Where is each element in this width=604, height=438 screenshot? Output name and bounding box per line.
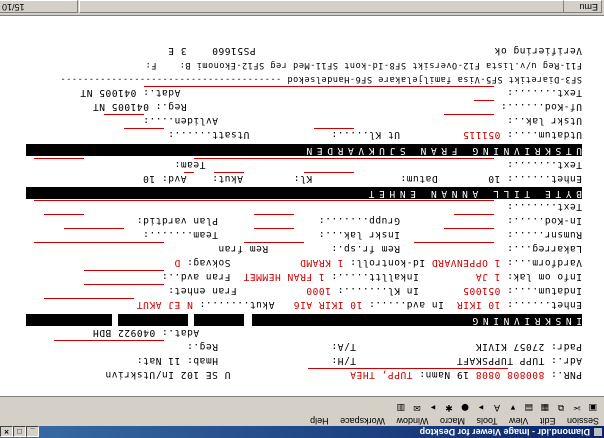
- status-bar: Emu MO 1 15/10: [0, 0, 604, 16]
- inskrivning-bar: INSKRIVNING: [252, 314, 582, 326]
- minimize-button[interactable]: _: [26, 426, 39, 437]
- utskrivning-bar: UTSKRIVNING FRAN SJUKVARDEN: [26, 144, 582, 156]
- menu-help[interactable]: Help: [310, 416, 329, 426]
- inskrivning-block-2: [118, 314, 188, 326]
- status-cursor-position: 15/10: [0, 0, 78, 13]
- menu-edit[interactable]: Edit: [540, 416, 556, 426]
- status-message: Verifiering ok: [494, 45, 582, 56]
- pnr-field-line: [308, 368, 508, 369]
- inskrivning-block-1: [194, 314, 244, 326]
- toolbar-new-icon[interactable]: ▣: [586, 400, 600, 413]
- toolbar-paste-icon[interactable]: ▦: [538, 400, 552, 413]
- utskr-datum-field-line: [304, 172, 354, 173]
- info-lak-line: Info om lak: 1 JA Inkalltt.....: 1 FRAN …: [161, 271, 582, 282]
- utskr-lak-line: Utskr lak..: Avliden....:: [142, 115, 582, 126]
- vardform-line: Vardform...: 1 OPPENVARD Id-kontroll: 1 …: [174, 257, 582, 268]
- enhet-line: Enhet......: 10 IKIR In avd.....: 10 IKI…: [136, 299, 582, 310]
- rumsnr-line: Rumsnr.....: Inskr lak...: Team.......:: [142, 229, 582, 240]
- utskr-kl-field-line: [214, 172, 244, 173]
- in-kod-line: In-Kod.....: Grupp.......: Plan vardtid:: [136, 215, 582, 226]
- toolbar-font-icon[interactable]: A: [490, 400, 504, 413]
- toolbar: ▣ ✂ ⧉ ▦ ▤ ▾ A ▸ ● ✱ ▸ ✉ ▥: [0, 396, 604, 415]
- pnr-line: PNR.: 800808 0808 19 Namn: TUPP, THEA U …: [104, 369, 582, 380]
- toolbar-print-icon[interactable]: ▤: [522, 400, 536, 413]
- menu-window[interactable]: Window: [396, 416, 428, 426]
- inskr-lak-field-line: [254, 228, 294, 229]
- status-mode: Emu MO 1: [563, 0, 602, 13]
- verification-line: Verifiering ok PS51660 3 E: [167, 45, 582, 56]
- menu-workspace[interactable]: Workspace: [340, 416, 385, 426]
- toolbar-macro-icon[interactable]: ✱: [442, 400, 456, 413]
- in-kod-field-line: [454, 214, 494, 215]
- utskr-akut-field-line: [184, 172, 194, 173]
- byte-bar: BYTE TILL ANNAN ENHET: [26, 187, 582, 199]
- toolbar-play-icon[interactable]: ▸: [474, 400, 488, 413]
- toolbar-cut-icon[interactable]: ✂: [570, 400, 584, 413]
- team-field-line: [64, 228, 124, 229]
- patient-name: TUPP, THEA: [349, 369, 413, 380]
- toolbar-step-icon[interactable]: ▸: [426, 400, 440, 413]
- byte-text-line: Text.......:: [506, 201, 582, 212]
- window-title: Diamond.idr - Image Viewer for Desktop: [419, 427, 590, 437]
- title-bar: Diamond.idr - Image Viewer for Desktop _…: [0, 426, 604, 438]
- lakarreg-field-line: [414, 242, 494, 243]
- utskr-lak-field-line: [444, 114, 494, 115]
- adat-line: Adat.: 040922 BDH: [92, 327, 200, 338]
- address-line: Adr.: TUPP TUPPSKAFT T/H: Hmab: 11 Nat:: [136, 355, 582, 366]
- rumsnr-field-line: [444, 228, 494, 229]
- avliden-field-line: [104, 114, 144, 115]
- byte-text-field-line: [34, 200, 494, 201]
- akut-field-line: [44, 298, 134, 299]
- uf-kod-line: Uf-Kod......: Reg.: 041005 NT: [92, 101, 582, 112]
- menu-macro[interactable]: Macro: [440, 416, 465, 426]
- app-icon: [594, 428, 602, 436]
- indatum-line: Indatum....: 051005 In Kl.......: 1000 F…: [167, 285, 582, 296]
- menu-tools[interactable]: Tools: [477, 416, 498, 426]
- utskr-text-line: Text.......: Team:: [174, 159, 582, 170]
- uf-kod-field-line: [474, 100, 494, 101]
- menu-view[interactable]: View: [509, 416, 528, 426]
- menu-session[interactable]: Session: [567, 416, 599, 426]
- ut-kl-field-line: [314, 128, 354, 129]
- text-field-line: [144, 86, 494, 87]
- toolbar-layout-icon[interactable]: ▥: [394, 400, 408, 413]
- utskr-team-field-line: [34, 158, 84, 159]
- utskr-enhet-line: Enhet......: 10 Datum: Kl: Akut: Avd: 10: [142, 173, 582, 184]
- toolbar-record-icon[interactable]: ●: [458, 400, 472, 413]
- toolbar-dropdown-icon[interactable]: ▾: [506, 400, 520, 413]
- menu-bar: Session Edit View Tools Macro Window Wor…: [0, 415, 604, 426]
- fran-avd-field-line: [84, 270, 164, 271]
- reg-field-line: [54, 340, 164, 341]
- maximize-button[interactable]: □: [13, 426, 26, 437]
- postal-line: Padr: 27057 KIVIK T/A: Reg.:: [186, 341, 582, 352]
- fran-enhet-field-line: [84, 284, 164, 285]
- plan-field-line: [44, 214, 84, 215]
- utdatum-line: Utdatum....: 051115 Ut Kl.....: Utsatt..…: [167, 129, 582, 140]
- grupp-field-line: [254, 214, 294, 215]
- terminal-screen[interactable]: PNR.: 800808 0808 19 Namn: TUPP, THEA U …: [0, 16, 604, 396]
- emulator-window: Diamond.idr - Image Viewer for Desktop _…: [0, 0, 604, 438]
- close-button[interactable]: ×: [0, 426, 13, 437]
- pnr-value: 800808 0808: [475, 369, 545, 380]
- toolbar-mail-icon[interactable]: ✉: [410, 400, 424, 413]
- inskrivning-block-3: [26, 314, 112, 326]
- rem-fran-field-line: [34, 242, 164, 243]
- toolbar-copy-icon[interactable]: ⧉: [554, 400, 568, 413]
- section-line: SF3-Diaretikt SF5-Visa familjelakare SF6…: [60, 74, 582, 84]
- status-message-area: [79, 0, 564, 13]
- lakarreg-line: Lakarreg...: Rem fr.sp.: Rem fran: [217, 243, 582, 254]
- text-line: Text.......: Adat.: 041005 NT: [79, 87, 582, 98]
- rem-field-line: [244, 242, 304, 243]
- function-keys-line: F11-Reg u/v.lista F12-Oversikt SF8-Id-ko…: [145, 60, 582, 70]
- utskr-text-field-line: [194, 158, 494, 159]
- utsatt-field-line: [124, 128, 164, 129]
